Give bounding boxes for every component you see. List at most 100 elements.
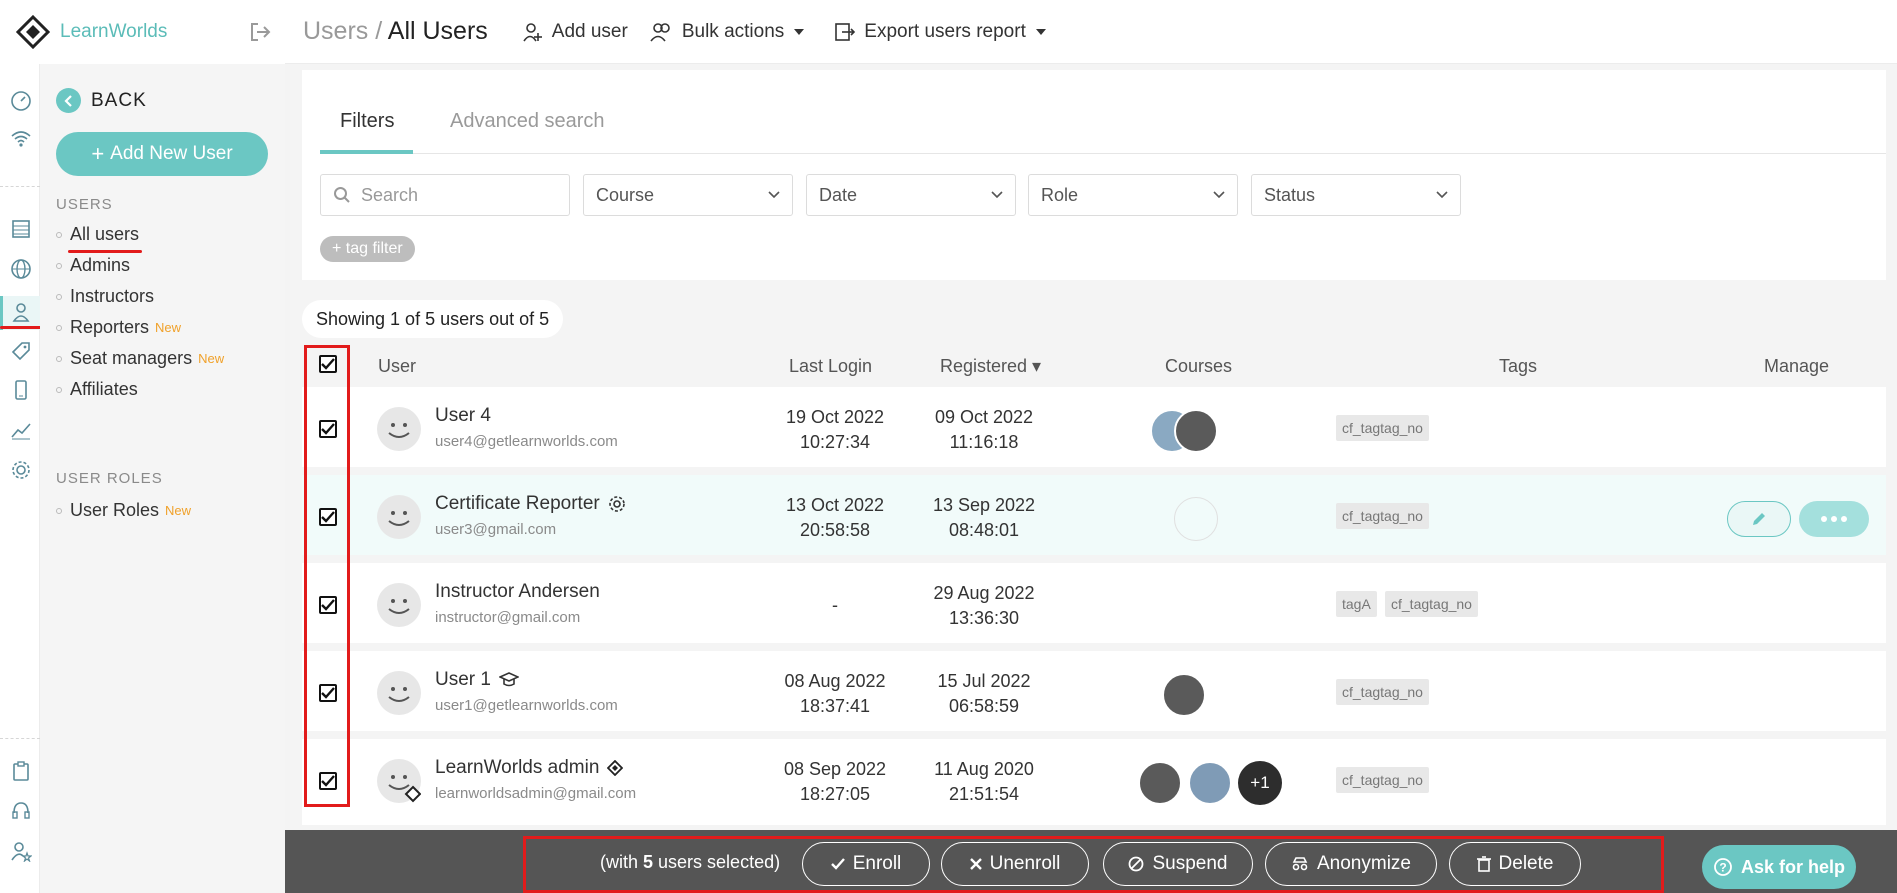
last-login-cell: -	[775, 593, 895, 618]
nav-item-admins[interactable]: Admins	[56, 255, 130, 276]
date-select[interactable]: Date	[806, 174, 1016, 216]
nav-section-users: USERS	[56, 196, 113, 213]
icon-rail	[0, 0, 40, 893]
table-row[interactable]: LearnWorlds admin learnworldsadmin@gmail…	[302, 739, 1886, 825]
add-user-button[interactable]: Add user	[522, 21, 628, 43]
user-email: instructor@gmail.com	[435, 609, 581, 626]
user-star-icon[interactable]	[8, 838, 34, 864]
users-icon[interactable]	[8, 299, 34, 325]
last-login-date: 13 Oct 2022	[785, 495, 885, 515]
graduation-cap-icon	[491, 672, 519, 688]
column-header-last-login[interactable]: Last Login	[789, 356, 872, 377]
ask-for-help-button[interactable]: ? Ask for help	[1702, 845, 1856, 889]
course-thumbnail[interactable]	[1188, 761, 1232, 805]
globe-icon[interactable]	[8, 256, 34, 282]
more-dot	[1841, 516, 1847, 522]
settings-icon[interactable]	[8, 457, 34, 483]
last-login-cell: 13 Oct 2022 20:58:58	[775, 493, 895, 543]
nav-item-label: Affiliates	[70, 379, 138, 399]
chevron-down-icon	[1213, 191, 1225, 199]
registered-cell: 11 Aug 2020 21:51:54	[924, 757, 1044, 807]
course-select[interactable]: Course	[583, 174, 793, 216]
status-select[interactable]: Status	[1251, 174, 1461, 216]
back-button[interactable]: BACK	[56, 88, 147, 113]
tag-icon[interactable]	[8, 338, 34, 364]
pencil-icon	[1750, 510, 1768, 528]
mobile-icon[interactable]	[8, 377, 34, 403]
ask-for-help-label: Ask for help	[1740, 856, 1846, 877]
rail-divider-bottom	[0, 738, 40, 739]
registered-cell: 29 Aug 2022 13:36:30	[924, 581, 1044, 631]
registered-cell: 15 Jul 2022 06:58:59	[924, 669, 1044, 719]
breadcrumb-current: All Users	[387, 17, 488, 45]
users-nav-panel: BACK + Add New User USERS All users Admi…	[40, 64, 285, 893]
course-thumbnail[interactable]	[1174, 409, 1218, 453]
course-thumbnail[interactable]	[1162, 673, 1206, 717]
column-header-registered[interactable]: Registered ▾	[940, 356, 1041, 377]
registered-time: 06:58:59	[948, 696, 1020, 716]
user-name[interactable]: LearnWorlds admin	[435, 757, 624, 779]
analytics-icon[interactable]	[8, 417, 34, 443]
table-row[interactable]: Instructor Andersen instructor@gmail.com…	[302, 563, 1886, 647]
user-name[interactable]: Instructor Andersen	[435, 581, 600, 603]
nav-item-seat-managers[interactable]: Seat managers New	[56, 348, 224, 369]
more-options-button[interactable]	[1799, 501, 1869, 537]
tab-advanced-search[interactable]: Advanced search	[450, 110, 605, 133]
registered-time: 13:36:30	[948, 608, 1020, 628]
user-email: learnworldsadmin@gmail.com	[435, 785, 637, 802]
logout-icon[interactable]	[248, 20, 272, 44]
annotation-users-underline	[0, 326, 42, 329]
table-header: User Last Login Registered ▾ Courses Tag…	[302, 348, 1886, 384]
last-login-date: 08 Aug 2022	[784, 671, 886, 691]
user-name-text: Certificate Reporter	[435, 493, 600, 514]
bulk-actions-button[interactable]: Bulk actions	[650, 21, 812, 43]
nav-item-label: Admins	[70, 255, 131, 275]
user-tag: cf_tagtag_no	[1336, 767, 1429, 793]
search-input[interactable]: Search	[320, 174, 570, 216]
export-users-report-button[interactable]: Export users report	[834, 21, 1054, 43]
breadcrumb-parent[interactable]: Users	[303, 17, 368, 45]
nav-item-user-roles[interactable]: User Roles New	[56, 500, 191, 521]
user-name[interactable]: User 1	[435, 669, 519, 691]
clipboard-icon[interactable]	[8, 758, 34, 784]
avatar	[377, 407, 421, 451]
learnworlds-logo-icon[interactable]	[16, 15, 50, 49]
tag-filter-button[interactable]: + tag filter	[320, 236, 415, 262]
more-courses-badge[interactable]: +1	[1238, 761, 1282, 805]
svg-text:?: ?	[1719, 861, 1726, 875]
role-select[interactable]: Role	[1028, 174, 1238, 216]
tab-filters[interactable]: Filters	[340, 110, 394, 133]
registered-date: 15 Jul 2022	[937, 671, 1031, 691]
add-new-user-button[interactable]: + Add New User	[56, 132, 268, 176]
course-thumbnail[interactable]	[1138, 761, 1182, 805]
user-name[interactable]: Certificate Reporter	[435, 493, 626, 515]
avatar	[377, 759, 421, 803]
nav-item-label: Instructors	[70, 286, 155, 306]
edit-user-button[interactable]	[1727, 501, 1791, 537]
headset-icon[interactable]	[8, 798, 34, 824]
last-login-cell: 08 Sep 2022 18:27:05	[775, 757, 895, 807]
speedometer-icon[interactable]	[8, 88, 34, 114]
page-header: Users / All Users Add user Bulk actions …	[285, 0, 1897, 64]
avatar	[377, 495, 421, 539]
registered-date: 09 Oct 2022	[934, 407, 1034, 427]
pages-icon[interactable]	[8, 216, 34, 242]
logo-text[interactable]: LearnWorlds	[60, 21, 167, 43]
nav-item-affiliates[interactable]: Affiliates	[56, 379, 138, 400]
registered-time: 21:51:54	[948, 784, 1020, 804]
user-name[interactable]: User 4	[435, 405, 491, 427]
user-tag: cf_tagtag_no	[1385, 591, 1478, 617]
table-row[interactable]: User 1 user1@getlearnworlds.com 08 Aug 2…	[302, 651, 1886, 735]
chevron-left-icon	[56, 88, 81, 113]
status-select-label: Status	[1264, 184, 1316, 205]
column-header-tags: Tags	[1499, 356, 1538, 376]
table-row[interactable]: User 4 user4@getlearnworlds.com 19 Oct 2…	[302, 387, 1886, 471]
nav-item-instructors[interactable]: Instructors	[56, 286, 154, 307]
nav-item-reporters[interactable]: Reporters New	[56, 317, 181, 338]
search-placeholder: Search	[361, 184, 419, 205]
new-badge: New	[198, 351, 225, 366]
nav-item-all-users[interactable]: All users	[56, 224, 139, 245]
bulk-actions-label: Bulk actions	[681, 20, 785, 42]
wifi-icon[interactable]	[8, 126, 34, 152]
table-row[interactable]: Certificate Reporter user3@gmail.com 13 …	[302, 475, 1886, 559]
